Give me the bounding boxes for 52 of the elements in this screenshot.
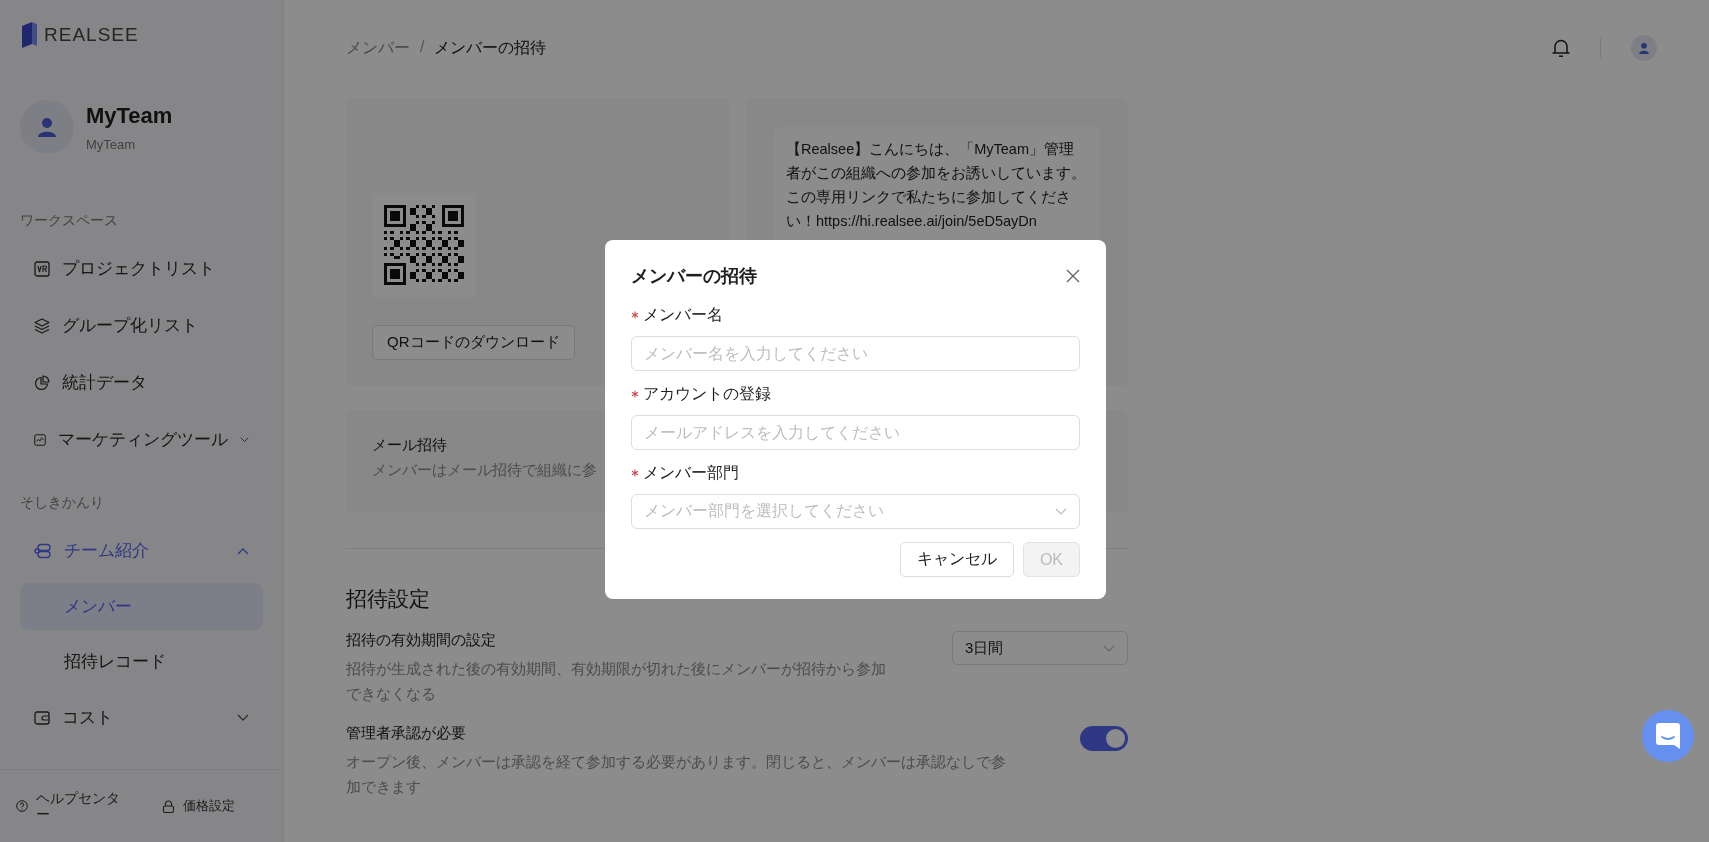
field-label: メンバー部門 xyxy=(643,462,739,483)
help-icon xyxy=(16,800,28,812)
nav-item[interactable]: マーケティングツール xyxy=(20,411,263,468)
chevron-down-icon xyxy=(1103,644,1115,652)
team-name: MyTeam xyxy=(86,102,173,129)
field-label: アカウントの登録 xyxy=(643,383,771,404)
breadcrumb-item: メンバーの招待 xyxy=(434,37,547,58)
footer-link[interactable]: 価格設定 xyxy=(162,797,235,815)
team-subtitle: MyTeam xyxy=(86,136,137,152)
qr-download-button[interactable]: QRコードのダウンロード xyxy=(372,325,575,360)
nav-item[interactable]: コスト xyxy=(20,689,263,746)
breadcrumb-item[interactable]: メンバー xyxy=(346,37,410,59)
section-heading: そしきかんり xyxy=(20,494,105,512)
nav-item[interactable]: チーム紹介 xyxy=(20,522,263,579)
chat-bubble-icon xyxy=(1655,722,1681,750)
text-input-field[interactable]: メールアドレスを入力してください xyxy=(631,415,1080,450)
nav-subitem[interactable]: 招待レコード xyxy=(20,638,263,685)
settings-title: 招待設定 xyxy=(346,586,431,612)
footer-link[interactable]: ヘルプセンター xyxy=(16,790,120,822)
layers-icon xyxy=(34,317,50,334)
chat-button[interactable] xyxy=(1642,710,1694,762)
mail-invite-title: メール招待 xyxy=(372,436,448,455)
breadcrumb-separator: / xyxy=(420,37,425,57)
wallet-icon xyxy=(34,709,50,726)
lock-icon xyxy=(162,799,175,813)
dialog-title: メンバーの招待 xyxy=(631,265,757,288)
cancel-button[interactable]: キャンセル xyxy=(899,542,1014,577)
setting-description: オープン後、メンバーは承認を経て参加する必要があります。閉じると、メンバーは承認なしで参加できます xyxy=(346,752,1007,797)
nav-item[interactable]: 統計データ xyxy=(20,354,263,411)
user-avatar[interactable] xyxy=(1631,35,1657,61)
nav-item[interactable]: グループ化リスト xyxy=(20,297,263,354)
chevron-down-icon xyxy=(1055,508,1067,515)
pie-chart-icon xyxy=(34,374,50,391)
logo-icon xyxy=(20,22,38,48)
text-input-field[interactable]: メンバー名を入力してください xyxy=(631,336,1080,371)
logo-text: REALSEE xyxy=(44,24,139,46)
invite-message: 【Realsee】こんにちは、「MyTeam」管理者がこの組織への参加をお誘いしています。この専用リンクで私たちに参加してください！https://hi.realsee.ai/join/5eD5ayDn xyxy=(786,140,1087,231)
field-label: メンバー名 xyxy=(643,304,723,325)
approval-toggle[interactable] xyxy=(1080,726,1128,751)
notification-bell-icon[interactable] xyxy=(1552,38,1570,58)
close-icon[interactable] xyxy=(1066,269,1080,283)
section-heading: ワークスペース xyxy=(20,212,119,230)
vr-icon xyxy=(34,260,50,277)
mail-invite-description: メンバーはメール招待で組織に参 xyxy=(372,461,597,480)
line-chart-icon xyxy=(34,431,46,448)
nav-subitem[interactable]: メンバー xyxy=(20,583,263,630)
database-icon xyxy=(34,542,52,559)
setting-description: 招待が生成された後の有効期間、有効期限が切れた後にメンバーが招待から参加できなくなる xyxy=(346,659,887,704)
expiry-select[interactable]: 3日間 xyxy=(952,631,1128,665)
nav-item[interactable]: プロジェクトリスト xyxy=(20,240,263,297)
setting-title: 招待の有効期間の設定 xyxy=(346,631,497,650)
setting-title: 管理者承認が必要 xyxy=(346,724,467,743)
